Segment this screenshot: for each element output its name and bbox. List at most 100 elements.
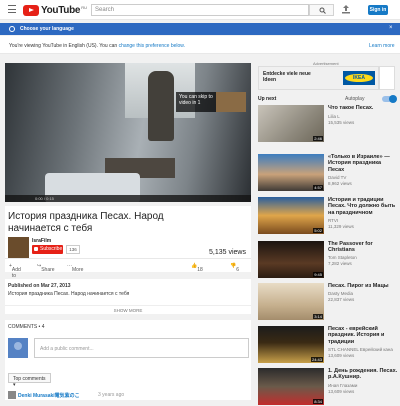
video-thumbnail[interactable]: 9:45 bbox=[258, 241, 324, 278]
video-views: 15,535 views bbox=[328, 120, 355, 125]
comment-input[interactable]: Add a public comment... bbox=[34, 338, 249, 358]
video-views: 13,609 views bbox=[328, 389, 355, 394]
close-icon[interactable]: × bbox=[389, 25, 393, 31]
ad-info-icon[interactable] bbox=[379, 66, 395, 90]
user-avatar bbox=[8, 338, 28, 358]
add-to-label: Add to bbox=[11, 267, 21, 279]
language-note-prefix: You're viewing YouTube in English (US). … bbox=[9, 43, 119, 49]
more-button[interactable]: ··· More bbox=[67, 263, 83, 273]
video-views: 22,837 views bbox=[328, 297, 355, 302]
video-channel[interactable]: Dasty Media bbox=[328, 291, 353, 296]
share-button[interactable]: ↪ Share bbox=[37, 263, 55, 273]
sidebar-video-item[interactable]: 24:43 Песах - еврейский праздник. Истори… bbox=[258, 326, 400, 364]
search-input[interactable]: Search bbox=[91, 4, 309, 16]
player-frame-person bbox=[148, 71, 174, 141]
video-channel[interactable]: Tom Stapleton bbox=[328, 255, 357, 260]
comment-time: 3 years ago bbox=[98, 392, 125, 398]
sidebar-video-item[interactable]: 9:45 The Passover for Christians Tom Sta… bbox=[258, 241, 400, 279]
hamburger-menu-icon[interactable] bbox=[8, 5, 16, 14]
more-label: More bbox=[72, 267, 84, 273]
description-card: Published on Mar 27, 2013 История праздн… bbox=[5, 279, 251, 314]
subscriber-count: 136 bbox=[66, 245, 80, 254]
add-to-button[interactable]: + Add to bbox=[9, 263, 21, 279]
language-bar: Choose your language × bbox=[0, 23, 400, 35]
video-channel[interactable]: RTVI bbox=[328, 218, 338, 223]
video-views: 8,962 views bbox=[328, 181, 352, 186]
video-player[interactable] bbox=[5, 63, 251, 202]
video-duration: 5:02 bbox=[313, 228, 323, 233]
globe-icon bbox=[9, 26, 15, 32]
upload-icon[interactable] bbox=[342, 5, 350, 14]
youtube-logo[interactable]: YouTube RU bbox=[23, 4, 87, 16]
video-thumbnail[interactable]: 24:43 bbox=[258, 326, 324, 363]
logo-text: YouTube bbox=[41, 4, 81, 16]
sidebar-video-item[interactable]: 3:14 Песах. Пирог из Мацы Dasty Media 22… bbox=[258, 283, 400, 321]
share-label: Share bbox=[41, 267, 55, 273]
autoplay-label: Autoplay bbox=[345, 96, 365, 102]
comments-section: COMMENTS • 4 Add a public comment... Top… bbox=[5, 320, 251, 400]
ikea-logo-text: IKEA bbox=[345, 74, 373, 82]
sidebar-video-item[interactable]: 2:46 Что такое Песах. Lilia L 15,535 vie… bbox=[258, 105, 400, 143]
comment-author-name[interactable]: Denki Murasaki電気紫のこ bbox=[18, 392, 80, 399]
like-count: 18 bbox=[197, 267, 203, 273]
logo-region: RU bbox=[81, 5, 87, 10]
language-bar-title[interactable]: Choose your language bbox=[20, 26, 74, 32]
video-channel[interactable]: Lilia L bbox=[328, 114, 340, 119]
action-bar: + Add to ↪ Share ··· More 👍 18 👎 6 bbox=[5, 258, 251, 279]
description-text: История праздника Песах. Народ начинаетс… bbox=[8, 291, 130, 297]
video-title[interactable]: The Passover for Christians bbox=[328, 241, 398, 254]
video-duration: 9:45 bbox=[313, 272, 323, 277]
channel-avatar[interactable] bbox=[8, 237, 29, 258]
video-title[interactable]: «Только в Израиле» — История праздника П… bbox=[328, 154, 398, 173]
search-button[interactable] bbox=[309, 4, 334, 16]
sidebar-video-item[interactable]: 4:57 «Только в Израиле» — История праздн… bbox=[258, 154, 400, 192]
advertisement-banner[interactable]: Entdecke viele neue Ideen IKEA bbox=[258, 66, 379, 90]
sign-in-button[interactable]: Sign in bbox=[368, 5, 388, 15]
video-thumbnail[interactable]: 8:34 bbox=[258, 368, 324, 405]
ad-text: Entdecke viele neue Ideen bbox=[263, 71, 311, 83]
video-channel[interactable]: David TV bbox=[328, 175, 346, 180]
dislike-count: 6 bbox=[236, 267, 240, 273]
change-language-link[interactable]: change this preference below. bbox=[119, 43, 185, 49]
skip-ad-thumbnail[interactable] bbox=[216, 92, 246, 112]
video-duration: 24:43 bbox=[310, 357, 323, 362]
player-time: 0:00 / 0:15 bbox=[35, 196, 54, 201]
like-button[interactable]: 👍 18 bbox=[191, 263, 203, 273]
up-next-heading: Up next bbox=[258, 96, 277, 102]
learn-more-link[interactable]: Learn more bbox=[369, 43, 395, 49]
video-views: 11,329 views bbox=[328, 224, 354, 229]
video-title[interactable]: Что такое Песах. bbox=[328, 105, 398, 111]
search-icon bbox=[319, 7, 326, 14]
top-bar: YouTube RU Search Sign in bbox=[0, 0, 400, 20]
comment-author-avatar[interactable] bbox=[8, 391, 16, 399]
skip-ad-note[interactable]: You can skip to video in 1 bbox=[176, 92, 216, 112]
video-channel[interactable]: STL CHANNEL Еврейский кана bbox=[328, 347, 393, 352]
video-title[interactable]: Песах. Пирог из Мацы bbox=[328, 283, 398, 289]
video-thumbnail[interactable]: 3:14 bbox=[258, 283, 324, 320]
video-duration: 4:57 bbox=[313, 185, 323, 190]
channel-name[interactable]: IsraFilm bbox=[32, 238, 51, 244]
sort-comments-dropdown[interactable]: Top comments ▾ bbox=[8, 373, 51, 388]
sidebar-video-item[interactable]: 5:02 История и традиции Песах. Что должн… bbox=[258, 197, 400, 235]
video-thumbnail[interactable]: 5:02 bbox=[258, 197, 324, 234]
video-title[interactable]: 1. День рождения. Песах. р.А.Кушнир. bbox=[328, 368, 398, 381]
autoplay-toggle[interactable] bbox=[382, 95, 397, 103]
publish-date: Published on Mar 27, 2013 bbox=[8, 283, 71, 289]
language-note: You're viewing YouTube in English (US). … bbox=[0, 36, 400, 54]
video-duration: 3:14 bbox=[313, 314, 323, 319]
player-controls[interactable]: 0:00 / 0:15 bbox=[5, 195, 251, 202]
comments-count: COMMENTS • 4 bbox=[8, 324, 45, 330]
ikea-logo: IKEA bbox=[343, 71, 375, 85]
video-title[interactable]: История и традиции Песах. Что должно быт… bbox=[328, 197, 398, 216]
video-title: История праздника Песах. Народ начинаетс… bbox=[8, 211, 164, 234]
dislike-button[interactable]: 👎 6 bbox=[230, 263, 239, 273]
video-thumbnail[interactable]: 4:57 bbox=[258, 154, 324, 191]
video-thumbnail[interactable]: 2:46 bbox=[258, 105, 324, 142]
subscribe-button[interactable]: Subscribe bbox=[32, 245, 63, 254]
video-views: 7,282 views bbox=[328, 261, 352, 266]
video-channel[interactable]: Иная Глазами bbox=[328, 383, 357, 388]
sidebar-video-item[interactable]: 8:34 1. День рождения. Песах. р.А.Кушнир… bbox=[258, 368, 400, 406]
view-count: 5,135 views bbox=[209, 249, 246, 256]
video-title[interactable]: Песах - еврейский праздник. История и тр… bbox=[328, 326, 398, 345]
show-more-button[interactable]: SHOW MORE bbox=[5, 305, 251, 313]
